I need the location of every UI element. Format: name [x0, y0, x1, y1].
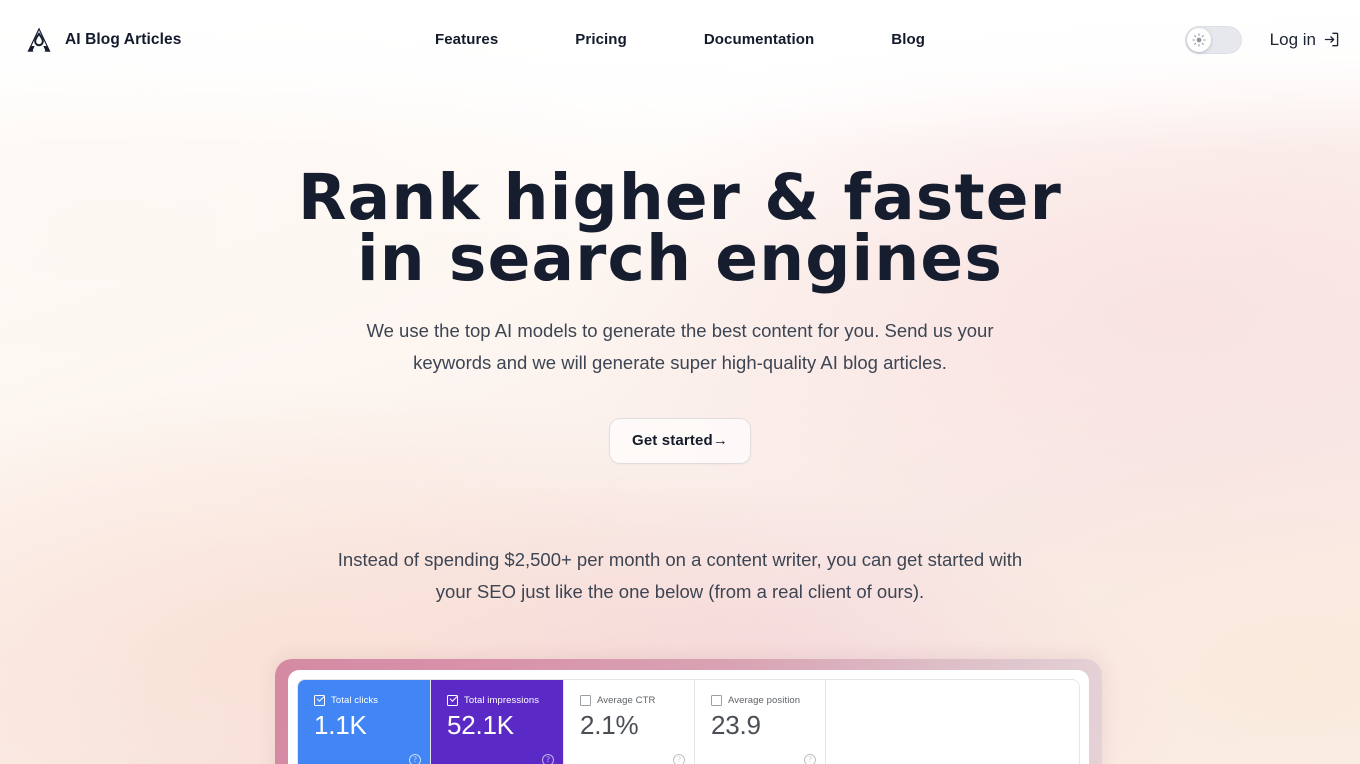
- metric-header: Total clicks: [314, 695, 414, 706]
- help-circle-icon[interactable]: ?: [804, 754, 816, 764]
- metric-header: Average position: [711, 695, 809, 706]
- dashboard-preview-frame: Total clicks 1.1K ? Total impressions 52…: [275, 659, 1102, 764]
- checkbox-average-ctr[interactable]: [580, 695, 591, 706]
- dashboard-preview-inner: Total clicks 1.1K ? Total impressions 52…: [288, 670, 1089, 764]
- metric-label: Total impressions: [464, 695, 540, 706]
- nav-link-features[interactable]: Features: [435, 31, 498, 48]
- metric-label: Total clicks: [331, 695, 379, 706]
- sun-icon: [1192, 32, 1206, 47]
- hero-subtitle: We use the top AI models to generate the…: [366, 320, 994, 373]
- search-console-metric-row: Total clicks 1.1K ? Total impressions 52…: [297, 679, 1080, 764]
- get-started-button[interactable]: Get started→: [609, 418, 751, 465]
- help-circle-icon[interactable]: ?: [542, 754, 554, 764]
- site-header: AI Blog Articles Features Pricing Docume…: [0, 0, 1360, 79]
- header-actions: Log in: [1184, 25, 1340, 54]
- hero-section: Rank higher & faster in search engines W…: [0, 79, 1360, 607]
- help-circle-icon[interactable]: ?: [673, 754, 685, 764]
- login-link[interactable]: Log in: [1270, 30, 1340, 50]
- nav-link-documentation[interactable]: Documentation: [704, 31, 814, 48]
- metric-value: 1.1K: [314, 710, 367, 740]
- metric-card-average-position[interactable]: Average position 23.9 ?: [695, 680, 826, 764]
- metric-label: Average CTR: [597, 695, 656, 706]
- metric-value: 2.1%: [580, 710, 639, 740]
- checkbox-total-impressions[interactable]: [447, 695, 458, 706]
- metric-value: 52.1K: [447, 710, 514, 740]
- login-label: Log in: [1269, 29, 1316, 49]
- metric-card-total-impressions[interactable]: Total impressions 52.1K ?: [431, 680, 564, 764]
- brand-logo-link[interactable]: AI Blog Articles: [24, 25, 181, 55]
- metric-label: Average position: [728, 695, 801, 706]
- hero-title-line-2: in search engines: [356, 222, 1004, 296]
- nav-link-blog[interactable]: Blog: [891, 31, 925, 48]
- page-root: AI Blog Articles Features Pricing Docume…: [0, 0, 1360, 764]
- help-circle-icon[interactable]: ?: [409, 754, 421, 764]
- brand-name: AI Blog Articles: [65, 30, 182, 48]
- checkbox-average-position[interactable]: [711, 695, 722, 706]
- metric-header: Average CTR: [580, 695, 678, 706]
- theme-toggle[interactable]: [1184, 25, 1242, 54]
- metric-row-spacer: [826, 680, 1079, 764]
- nav-link-pricing[interactable]: Pricing: [575, 31, 627, 48]
- metric-card-average-ctr[interactable]: Average CTR 2.1% ?: [564, 680, 695, 764]
- hero-cta-row: Get started→: [0, 418, 1360, 465]
- hero-note: Instead of spending $2,500+ per month on…: [337, 549, 1023, 602]
- sign-in-icon: [1323, 31, 1340, 48]
- metric-card-total-clicks[interactable]: Total clicks 1.1K ?: [298, 680, 431, 764]
- checkbox-total-clicks[interactable]: [314, 695, 325, 706]
- metric-header: Total impressions: [447, 695, 547, 706]
- ai-droplet-logo-icon: [24, 25, 54, 55]
- main-navigation: Features Pricing Documentation Blog: [0, 0, 1360, 79]
- metric-value: 23.9: [711, 710, 761, 740]
- theme-toggle-knob: [1186, 27, 1211, 52]
- page-title: Rank higher & faster in search engines: [0, 166, 1360, 296]
